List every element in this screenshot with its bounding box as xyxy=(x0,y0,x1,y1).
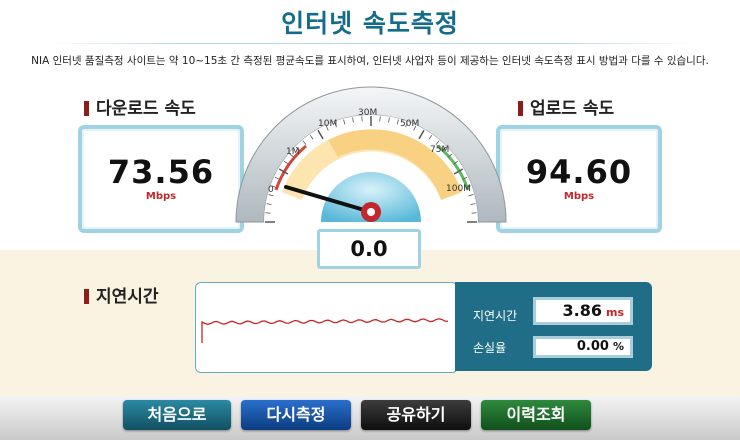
loss-value: 0.00 xyxy=(576,339,609,354)
share-button[interactable]: 공유하기 xyxy=(361,400,471,430)
loss-stat-label: 손실율 xyxy=(473,341,507,355)
upload-label: 업로드 속도 xyxy=(518,94,614,119)
retest-button[interactable]: 다시측정 xyxy=(241,400,351,430)
home-button[interactable]: 처음으로 xyxy=(123,400,231,430)
download-label: 다운로드 속도 xyxy=(84,94,196,119)
gauge-tick-label: 100M xyxy=(446,184,471,194)
upload-speed-box: 94.60 Mbps xyxy=(496,125,662,233)
latency-section-label: 지연시간 xyxy=(84,282,159,307)
gauge-tick-label: 0 xyxy=(268,185,274,195)
latency-graph xyxy=(195,282,458,373)
loss-unit: % xyxy=(612,340,624,353)
gauge-tick-label: 10M xyxy=(318,119,337,129)
upload-speed-unit: Mbps xyxy=(563,191,595,202)
gauge-tick-label: 30M xyxy=(358,108,377,118)
gauge-tick-label: 50M xyxy=(400,119,419,129)
latency-stats-panel: 지연시간 3.86 ms 손실율 0.00% xyxy=(455,282,652,371)
gauge-tick-label: 75M xyxy=(430,145,449,155)
latency-value: 3.86 xyxy=(562,301,602,320)
gauge-needle-pivot-center xyxy=(367,208,375,216)
history-button[interactable]: 이력조회 xyxy=(481,400,591,430)
upload-speed-value: 94.60 xyxy=(525,153,633,191)
download-speed-box: 73.56 Mbps xyxy=(78,125,244,233)
loss-value-box: 0.00% xyxy=(533,336,633,358)
download-speed-value: 73.56 xyxy=(107,153,215,191)
speed-gauge: 0 1M 10M 30M 50M 75M 100M xyxy=(235,86,507,223)
latency-stat-label: 지연시간 xyxy=(473,309,518,323)
download-speed-unit: Mbps xyxy=(145,191,177,202)
latency-unit: ms xyxy=(605,306,624,319)
measurement-notice: NIA 인터넷 품질측정 사이트는 약 10~15초 간 측정된 평균속도를 표… xyxy=(31,55,709,67)
current-speed-readout: 0.0 xyxy=(317,229,421,269)
page-title: 인터넷 속도측정 xyxy=(281,9,459,38)
gauge-tick-label: 1M xyxy=(286,147,300,157)
latency-value-box: 3.86 ms xyxy=(533,297,633,325)
latency-graph-line xyxy=(201,318,449,343)
title-divider xyxy=(44,43,696,44)
